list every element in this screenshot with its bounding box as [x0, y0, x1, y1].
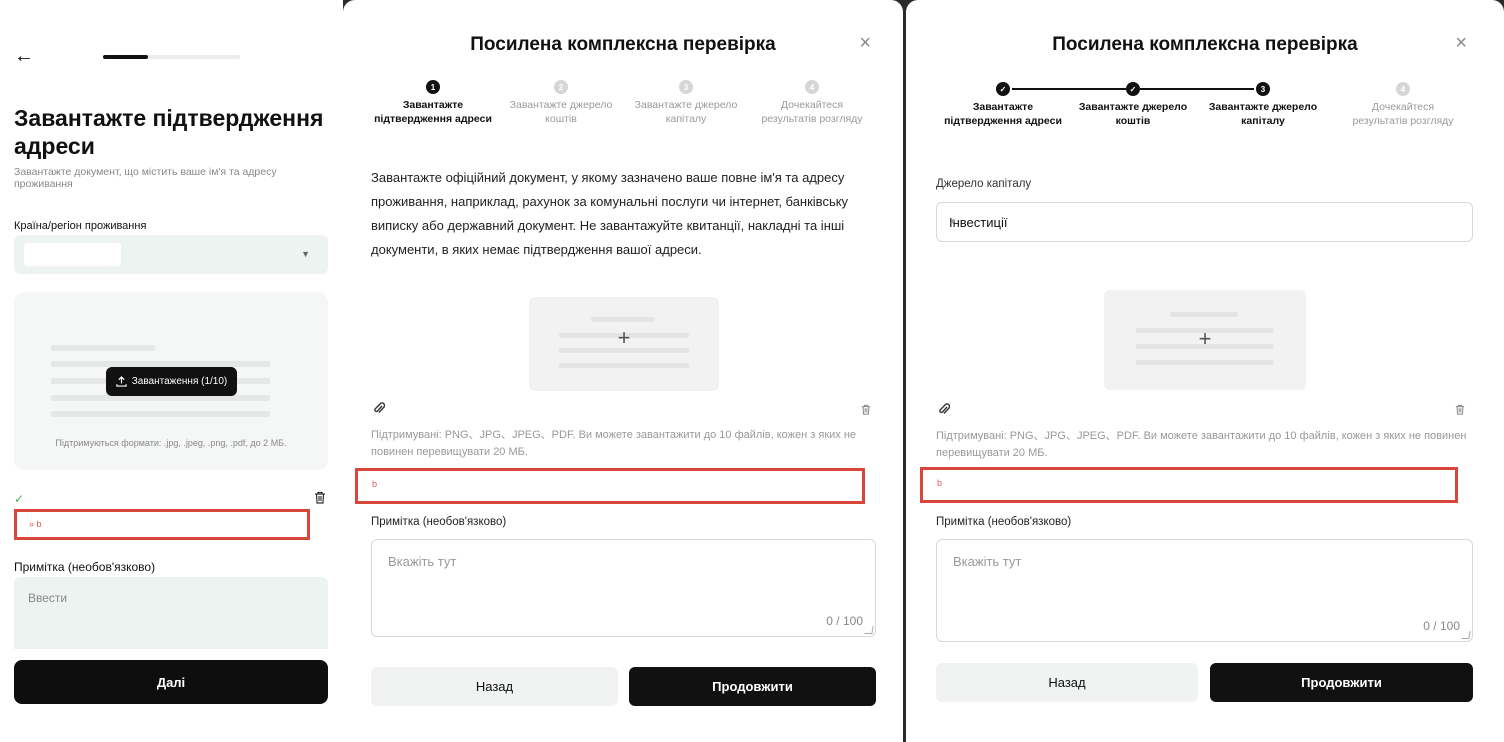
note-textarea[interactable]: Вкажіть тут 0 / 100 — [936, 539, 1473, 642]
char-counter: 0 / 100 — [1423, 619, 1460, 633]
mobile-upload-screen: ← Завантажте підтвердження адреси Завант… — [0, 0, 343, 742]
char-counter: 0 / 100 — [826, 614, 863, 628]
note-placeholder: Вкажіть тут — [953, 554, 1022, 569]
doc-placeholder-line — [559, 363, 689, 368]
doc-placeholder-line — [1136, 360, 1274, 365]
doc-placeholder-line — [51, 411, 270, 417]
country-value — [24, 243, 121, 266]
modal-title: Посилена комплексна перевірка — [1052, 34, 1358, 55]
uploaded-file-row[interactable]: b — [920, 467, 1458, 503]
step-4: 4 Дочекайтеся результатів розгляду — [1343, 82, 1463, 128]
modal-title: Посилена комплексна перевірка — [470, 34, 776, 55]
step-4-label: Дочекайтеся результатів розгляду — [1352, 101, 1454, 127]
step-4-indicator: 4 — [1396, 82, 1410, 96]
doc-placeholder-line — [591, 317, 655, 322]
step-1-label: Завантажте підтвердження адреси — [944, 101, 1062, 127]
plus-icon: + — [617, 325, 631, 350]
close-icon[interactable]: × — [1455, 33, 1467, 53]
note-textarea[interactable]: Вкажіть тут 0 / 100 — [371, 539, 876, 637]
formats-hint: Підтримуються формати: .jpg, .jpeg, .png… — [55, 438, 287, 448]
step-3: 3 Завантажте джерело капіталу — [1203, 82, 1323, 128]
step-2-check-icon: ✓ — [1126, 82, 1140, 96]
note-label: Примітка (необов'язково) — [371, 516, 507, 528]
step-1: ✓ Завантажте підтвердження адреси — [943, 82, 1063, 128]
country-label: Країна/регіон проживання — [14, 220, 147, 232]
back-arrow-icon[interactable]: ← — [14, 46, 34, 66]
step-4: 4 Дочекайтеся результатів розгляду — [752, 80, 872, 126]
step-2-indicator: 2 — [554, 80, 568, 94]
upload-icon — [116, 376, 127, 387]
trash-icon[interactable] — [1455, 404, 1465, 415]
uploaded-file-row[interactable]: » b — [14, 509, 310, 540]
instructions-text: Завантажте офіційний документ, у якому з… — [371, 170, 849, 257]
supported-formats: Підтримувані: PNG、JPG、JPEG、PDF. Ви может… — [936, 430, 1467, 459]
step-4-label: Дочекайтеся результатів розгляду — [761, 99, 863, 125]
resize-grip-icon[interactable] — [864, 626, 874, 634]
close-icon[interactable]: × — [859, 33, 871, 53]
resize-grip-icon[interactable] — [1461, 631, 1471, 639]
upload-dropzone[interactable]: + — [529, 297, 719, 391]
next-button[interactable]: Далі — [14, 660, 328, 704]
paperclip-icon[interactable] — [373, 401, 385, 415]
back-button[interactable]: Назад — [936, 663, 1198, 702]
step-3-indicator: 3 — [679, 80, 693, 94]
step-3: 3 Завантажте джерело капіталу — [626, 80, 746, 126]
doc-placeholder-line — [51, 345, 155, 351]
note-placeholder: Вкажіть тут — [388, 554, 457, 569]
upload-button-label: Завантаження (1/10) — [131, 376, 228, 387]
progress-bar — [103, 55, 240, 59]
note-label: Примітка (необов'язково) — [936, 516, 1072, 528]
supported-formats: Підтримувані: PNG、JPG、JPEG、PDF. Ви может… — [371, 429, 857, 458]
note-label: Примітка (необов'язково) — [14, 560, 156, 574]
country-select[interactable]: ▼ — [14, 235, 328, 274]
step-1-label: Завантажте підтвердження адреси — [374, 99, 492, 125]
step-1: 1 Завантажте підтвердження адреси — [373, 80, 493, 126]
doc-placeholder-line — [1170, 312, 1238, 317]
step-2: 2 Завантажте джерело коштів — [501, 80, 621, 126]
back-button[interactable]: Назад — [371, 667, 618, 706]
chevron-down-icon: ▼ — [949, 217, 957, 226]
file-name: » b — [29, 519, 42, 529]
step-3-label: Завантажте джерело капіталу — [634, 99, 738, 125]
note-placeholder: Ввести — [28, 591, 68, 605]
trash-icon[interactable] — [314, 491, 326, 504]
upload-button[interactable]: Завантаження (1/10) — [106, 367, 237, 396]
upload-dropzone[interactable]: + — [1104, 290, 1306, 390]
step-3-label: Завантажте джерело капіталу — [1208, 101, 1318, 127]
due-diligence-modal-step1: Посилена комплексна перевірка × 1 Завант… — [343, 0, 903, 742]
page-subtitle: Завантажте документ, що містить ваше ім'… — [14, 166, 277, 190]
note-input[interactable]: Ввести — [14, 577, 328, 649]
step-1-indicator: 1 — [426, 80, 440, 94]
continue-button[interactable]: Продовжити — [629, 667, 876, 706]
step-4-indicator: 4 — [805, 80, 819, 94]
file-name: b — [372, 479, 378, 489]
chevron-down-icon: ▼ — [301, 249, 310, 259]
step-3-indicator: 3 — [1256, 82, 1270, 96]
due-diligence-modal-step3: Посилена комплексна перевірка × ✓ Завант… — [906, 0, 1504, 742]
page-title: Завантажте підтвердження адреси — [14, 105, 324, 159]
trash-icon[interactable] — [861, 404, 871, 415]
file-name: b — [937, 478, 943, 488]
uploaded-file-row[interactable]: b — [355, 468, 865, 504]
continue-button[interactable]: Продовжити — [1210, 663, 1473, 702]
step-1-check-icon: ✓ — [996, 82, 1010, 96]
capital-source-select[interactable]: Інвестиції ▼ — [936, 202, 1473, 242]
plus-icon: + — [1198, 326, 1212, 351]
step-2-label: Завантажте джерело коштів — [509, 99, 613, 125]
paperclip-icon[interactable] — [938, 402, 950, 416]
step-2: ✓ Завантажте джерело коштів — [1073, 82, 1193, 128]
capital-source-label: Джерело капіталу — [936, 178, 1032, 190]
progress-fill — [103, 55, 149, 59]
step-2-label: Завантажте джерело коштів — [1078, 101, 1188, 127]
check-icon: ✓ — [14, 492, 25, 506]
